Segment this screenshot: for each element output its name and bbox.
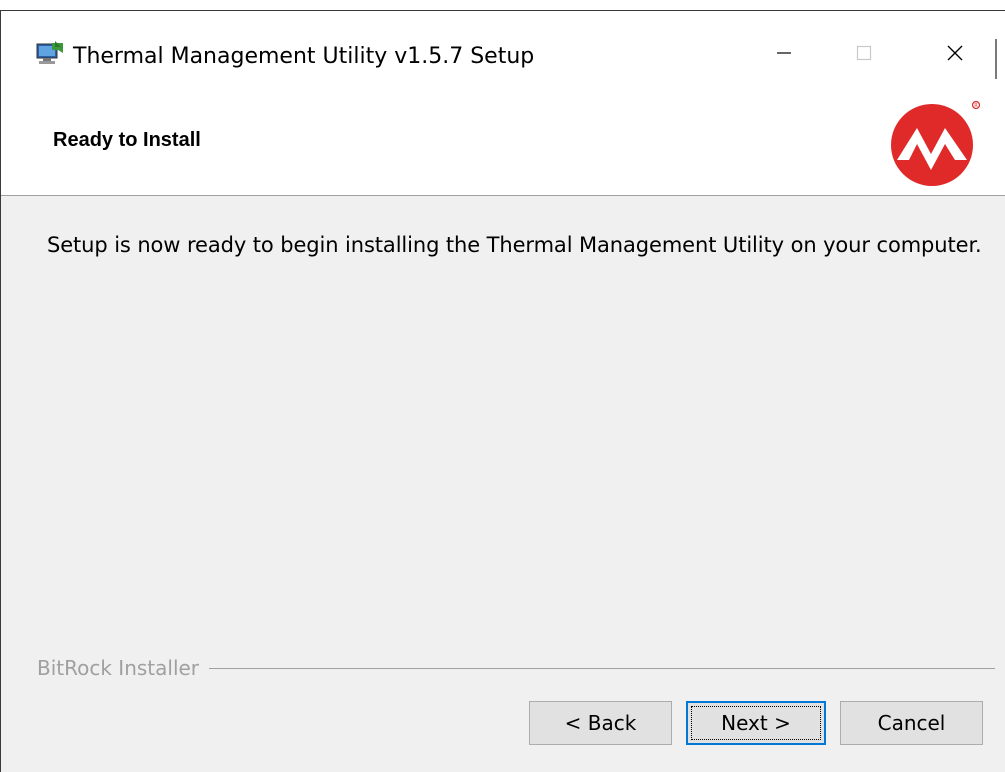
next-button[interactable]: Next > bbox=[686, 701, 826, 745]
minimize-button[interactable] bbox=[761, 35, 807, 71]
installer-window: Thermal Management Utility v1.5.7 Setup … bbox=[0, 10, 1005, 772]
installer-brand-label: BitRock Installer bbox=[37, 656, 210, 680]
page-title: Ready to Install bbox=[53, 129, 201, 151]
window-title: Thermal Management Utility v1.5.7 Setup bbox=[73, 44, 535, 69]
close-button[interactable] bbox=[932, 35, 978, 71]
back-button-label: < Back bbox=[564, 711, 637, 735]
microchip-logo: R bbox=[891, 100, 981, 186]
title-bar[interactable]: Thermal Management Utility v1.5.7 Setup bbox=[1, 11, 1005, 81]
cancel-button[interactable]: Cancel bbox=[840, 701, 983, 745]
cancel-button-label: Cancel bbox=[877, 711, 946, 735]
window-edge bbox=[995, 39, 997, 79]
install-message: Setup is now ready to begin installing t… bbox=[47, 233, 982, 257]
close-icon bbox=[947, 45, 963, 61]
installer-computer-icon bbox=[36, 41, 63, 64]
minimize-icon bbox=[777, 52, 791, 54]
maximize-icon bbox=[856, 45, 872, 61]
svg-text:R: R bbox=[974, 103, 978, 109]
focus-ring bbox=[691, 706, 821, 740]
back-button[interactable]: < Back bbox=[529, 701, 672, 745]
wizard-header: Ready to Install R bbox=[1, 81, 1005, 196]
maximize-button[interactable] bbox=[841, 35, 887, 71]
